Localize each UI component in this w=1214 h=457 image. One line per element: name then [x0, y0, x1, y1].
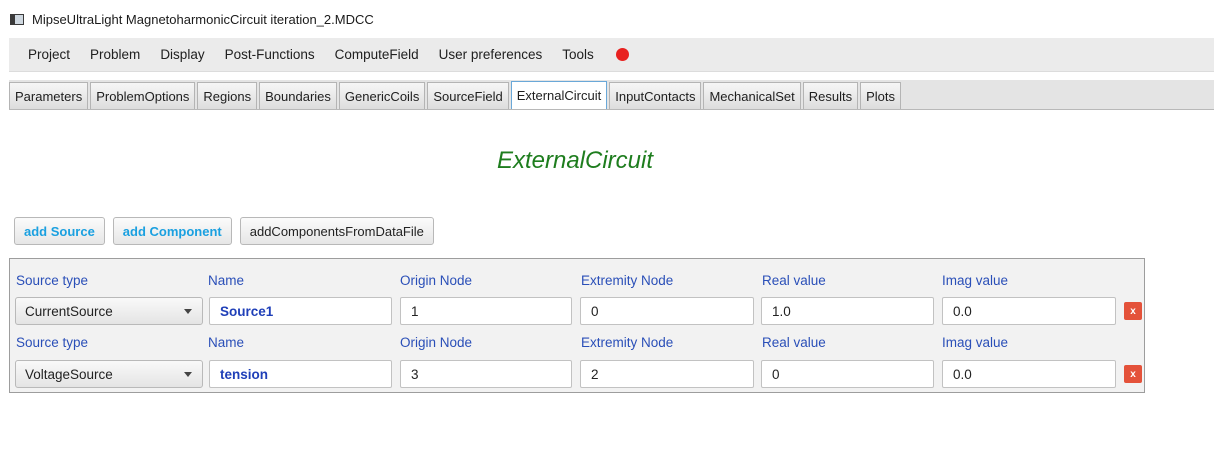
tab-genericcoils[interactable]: GenericCoils	[338, 82, 426, 109]
menu-display[interactable]: Display	[150, 38, 214, 71]
menu-computefield[interactable]: ComputeField	[325, 38, 429, 71]
add-component-button[interactable]: add Component	[112, 217, 232, 245]
tab-externalcircuit[interactable]: ExternalCircuit	[510, 81, 608, 109]
tab-problemoptions[interactable]: ProblemOptions	[90, 82, 196, 109]
real-value-field[interactable]: 1.0	[761, 297, 934, 325]
source-type-select[interactable]: CurrentSource	[15, 297, 203, 325]
menu-user-preferences[interactable]: User preferences	[429, 38, 553, 71]
tab-results[interactable]: Results	[802, 82, 859, 109]
source-row: Source type Name Origin Node Extremity N…	[10, 259, 1144, 325]
add-source-button[interactable]: add Source	[14, 217, 105, 245]
source-type-value: CurrentSource	[25, 303, 113, 319]
real-value-header: Real value	[762, 335, 826, 350]
menu-post-functions[interactable]: Post-Functions	[215, 38, 325, 71]
menu-project[interactable]: Project	[18, 38, 80, 71]
real-value-header: Real value	[762, 273, 826, 288]
window-app-icon	[10, 13, 24, 25]
imag-value-header: Imag value	[942, 335, 1009, 350]
tab-bar: Parameters ProblemOptions Regions Bounda…	[9, 80, 1214, 110]
record-indicator-icon[interactable]	[615, 48, 629, 61]
name-header: Name	[208, 273, 245, 288]
extremity-node-field[interactable]: 2	[580, 360, 754, 388]
name-field[interactable]: tension	[209, 360, 392, 388]
extremity-node-header: Extremity Node	[581, 335, 674, 350]
tab-mechanicalset[interactable]: MechanicalSet	[703, 82, 801, 109]
menu-bar: Project Problem Display Post-Functions C…	[9, 38, 1214, 72]
menu-problem[interactable]: Problem	[80, 38, 150, 71]
page-title: ExternalCircuit	[496, 147, 654, 174]
origin-node-header: Origin Node	[400, 273, 473, 288]
window-title: MipseUltraLight MagnetoharmonicCircuit i…	[32, 11, 374, 27]
delete-row-button[interactable]: x	[1124, 302, 1142, 320]
delete-row-button[interactable]: x	[1124, 365, 1142, 383]
origin-node-field[interactable]: 3	[400, 360, 572, 388]
name-header: Name	[208, 335, 245, 350]
extremity-node-field[interactable]: 0	[580, 297, 754, 325]
extremity-node-header: Extremity Node	[581, 273, 674, 288]
source-row: Source type Name Origin Node Extremity N…	[10, 325, 1144, 393]
tab-regions[interactable]: Regions	[197, 82, 258, 109]
imag-value-field[interactable]: 0.0	[942, 297, 1116, 325]
source-type-header: Source type	[16, 335, 89, 350]
source-type-select[interactable]: VoltageSource	[15, 360, 203, 388]
tab-plots[interactable]: Plots	[860, 82, 901, 109]
menu-tools[interactable]: Tools	[552, 38, 604, 71]
chevron-down-icon	[184, 372, 192, 377]
title-bar: MipseUltraLight MagnetoharmonicCircuit i…	[0, 0, 1214, 38]
origin-node-header: Origin Node	[400, 335, 473, 350]
real-value-field[interactable]: 0	[761, 360, 934, 388]
sources-grid: Source type Name Origin Node Extremity N…	[9, 258, 1145, 393]
chevron-down-icon	[184, 309, 192, 314]
tab-sourcefield[interactable]: SourceField	[427, 82, 509, 109]
tab-parameters[interactable]: Parameters	[9, 82, 89, 109]
imag-value-header: Imag value	[942, 273, 1009, 288]
imag-value-field[interactable]: 0.0	[942, 360, 1116, 388]
source-type-value: VoltageSource	[25, 366, 113, 382]
name-field[interactable]: Source1	[209, 297, 392, 325]
source-type-header: Source type	[16, 273, 89, 288]
add-components-from-file-button[interactable]: addComponentsFromDataFile	[239, 217, 434, 245]
action-toolbar: add Source add Component addComponentsFr…	[14, 217, 434, 245]
tab-inputcontacts[interactable]: InputContacts	[609, 82, 702, 109]
origin-node-field[interactable]: 1	[400, 297, 572, 325]
tab-boundaries[interactable]: Boundaries	[259, 82, 337, 109]
